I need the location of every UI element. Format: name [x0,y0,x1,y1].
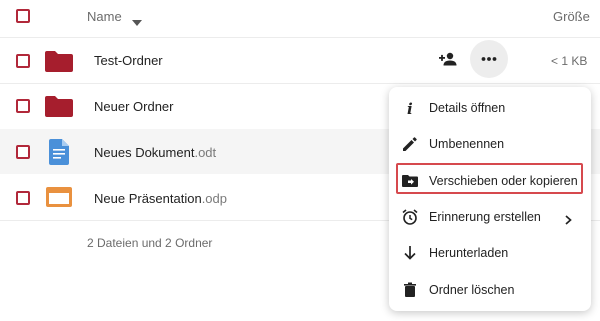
select-all-checkbox[interactable] [16,9,30,23]
file-size: < 1 KB [551,54,588,68]
row-checkbox[interactable] [16,191,30,205]
menu-item-delete-folder[interactable]: Ordner löschen [389,273,591,307]
chevron-right-icon [565,212,572,230]
more-actions-button[interactable] [470,40,508,83]
alarm-clock-icon [401,208,419,226]
folder-icon [45,95,73,122]
menu-item-details[interactable]: i Details öffnen [389,91,591,125]
svg-text:i: i [407,100,413,117]
files-summary: 2 Dateien und 2 Ordner [87,236,213,250]
trash-icon [401,281,419,299]
pencil-icon [401,135,419,153]
info-icon: i [401,99,419,118]
column-header-size[interactable]: Größe [553,9,590,24]
document-icon [49,139,69,170]
context-menu: i Details öffnen Umbenennen Verschieben … [389,87,591,311]
file-name[interactable]: Neues Dokument.odt [94,145,216,160]
row-checkbox[interactable] [16,99,30,113]
file-name[interactable]: Neuer Ordner [94,99,173,114]
menu-item-rename[interactable]: Umbenennen [389,127,591,161]
share-add-person-icon[interactable] [439,52,457,71]
column-header-name[interactable]: Name [87,9,122,24]
table-row[interactable]: Test-Ordner < 1 KB [0,38,600,83]
row-checkbox[interactable] [16,145,30,159]
menu-item-create-reminder[interactable]: Erinnerung erstellen [389,200,591,234]
file-name[interactable]: Neue Präsentation.odp [94,191,227,206]
menu-item-download[interactable]: Herunterladen [389,236,591,270]
download-arrow-icon [401,244,419,262]
sort-caret-down-icon[interactable] [132,13,142,31]
row-checkbox[interactable] [16,54,30,68]
presentation-icon [46,187,72,214]
highlight-box [396,163,583,194]
file-name[interactable]: Test-Ordner [94,53,163,68]
folder-icon [45,50,73,77]
